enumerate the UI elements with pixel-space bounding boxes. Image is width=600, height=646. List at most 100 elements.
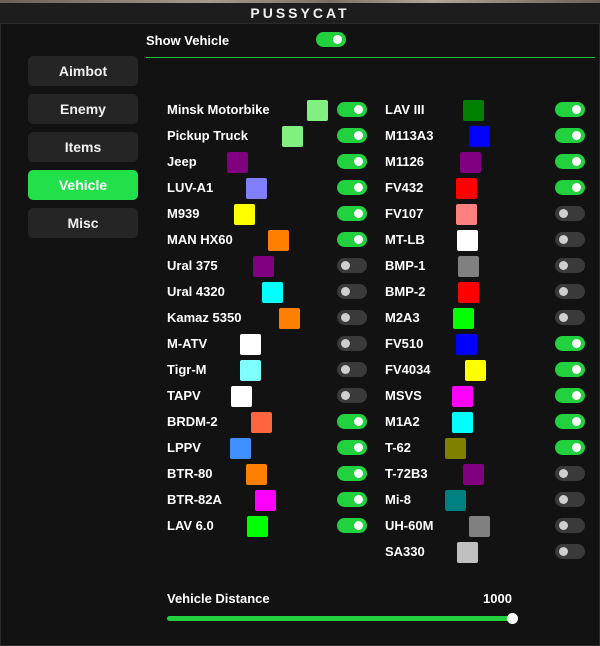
toggle-fv4034[interactable] bbox=[555, 362, 585, 377]
vehicle-label-tigr-m: Tigr-M bbox=[167, 362, 207, 377]
toggle-minsk-motorbike[interactable] bbox=[337, 102, 367, 117]
slider-fill bbox=[167, 616, 513, 621]
vehicle-label-sa330: SA330 bbox=[385, 544, 425, 559]
color-swatch-jeep[interactable] bbox=[227, 152, 248, 173]
color-swatch-pickup-truck[interactable] bbox=[282, 126, 303, 147]
vehicle-label-m113a3: M113A3 bbox=[385, 128, 434, 143]
color-swatch-fv4034[interactable] bbox=[465, 360, 486, 381]
toggle-jeep[interactable] bbox=[337, 154, 367, 169]
toggle-man-hx60[interactable] bbox=[337, 232, 367, 247]
color-swatch-luv-a1[interactable] bbox=[246, 178, 267, 199]
toggle-tigr-m[interactable] bbox=[337, 362, 367, 377]
toggle-bmp-1[interactable] bbox=[555, 258, 585, 273]
toggle-knob bbox=[559, 495, 568, 504]
color-swatch-uh-60m[interactable] bbox=[469, 516, 490, 537]
toggle-knob bbox=[354, 443, 363, 452]
color-swatch-m1a2[interactable] bbox=[452, 412, 473, 433]
vehicle-label-lppv: LPPV bbox=[167, 440, 201, 455]
vehicle-distance-value: 1000 bbox=[483, 591, 512, 606]
sidebar-item-misc[interactable]: Misc bbox=[28, 208, 138, 238]
toggle-btr-82a[interactable] bbox=[337, 492, 367, 507]
toggle-knob bbox=[559, 261, 568, 270]
toggle-lav-iii[interactable] bbox=[555, 102, 585, 117]
slider-thumb[interactable] bbox=[507, 613, 518, 624]
toggle-bmp-2[interactable] bbox=[555, 284, 585, 299]
toggle-knob bbox=[572, 391, 581, 400]
vehicle-label-pickup-truck: Pickup Truck bbox=[167, 128, 248, 143]
toggle-knob bbox=[559, 521, 568, 530]
toggle-m1126[interactable] bbox=[555, 154, 585, 169]
toggle-m939[interactable] bbox=[337, 206, 367, 221]
color-swatch-t-72b3[interactable] bbox=[463, 464, 484, 485]
color-swatch-btr-80[interactable] bbox=[246, 464, 267, 485]
toggle-ural-375[interactable] bbox=[337, 258, 367, 273]
sidebar-item-vehicle[interactable]: Vehicle bbox=[28, 170, 138, 200]
vehicle-label-t-72b3: T-72B3 bbox=[385, 466, 428, 481]
vehicle-label-minsk-motorbike: Minsk Motorbike bbox=[167, 102, 270, 117]
color-swatch-m1126[interactable] bbox=[460, 152, 481, 173]
color-swatch-lav-6-0[interactable] bbox=[247, 516, 268, 537]
color-swatch-man-hx60[interactable] bbox=[268, 230, 289, 251]
vehicle-label-man-hx60: MAN HX60 bbox=[167, 232, 233, 247]
color-swatch-m-atv[interactable] bbox=[240, 334, 261, 355]
color-swatch-bmp-2[interactable] bbox=[458, 282, 479, 303]
color-swatch-btr-82a[interactable] bbox=[255, 490, 276, 511]
color-swatch-kamaz-5350[interactable] bbox=[279, 308, 300, 329]
toggle-sa330[interactable] bbox=[555, 544, 585, 559]
color-swatch-m2a3[interactable] bbox=[453, 308, 474, 329]
color-swatch-t-62[interactable] bbox=[445, 438, 466, 459]
toggle-kamaz-5350[interactable] bbox=[337, 310, 367, 325]
toggle-m-atv[interactable] bbox=[337, 336, 367, 351]
toggle-pickup-truck[interactable] bbox=[337, 128, 367, 143]
toggle-lppv[interactable] bbox=[337, 440, 367, 455]
toggle-m2a3[interactable] bbox=[555, 310, 585, 325]
toggle-knob bbox=[559, 469, 568, 478]
color-swatch-sa330[interactable] bbox=[457, 542, 478, 563]
show-vehicle-toggle[interactable] bbox=[316, 32, 346, 47]
toggle-knob bbox=[354, 495, 363, 504]
vehicle-label-fv4034: FV4034 bbox=[385, 362, 431, 377]
toggle-knob bbox=[354, 469, 363, 478]
color-swatch-ural-375[interactable] bbox=[253, 256, 274, 277]
color-swatch-ural-4320[interactable] bbox=[262, 282, 283, 303]
color-swatch-fv432[interactable] bbox=[456, 178, 477, 199]
toggle-m113a3[interactable] bbox=[555, 128, 585, 143]
toggle-mt-lb[interactable] bbox=[555, 232, 585, 247]
toggle-ural-4320[interactable] bbox=[337, 284, 367, 299]
toggle-t-72b3[interactable] bbox=[555, 466, 585, 481]
color-swatch-m939[interactable] bbox=[234, 204, 255, 225]
color-swatch-minsk-motorbike[interactable] bbox=[307, 100, 328, 121]
toggle-t-62[interactable] bbox=[555, 440, 585, 455]
color-swatch-fv107[interactable] bbox=[456, 204, 477, 225]
toggle-btr-80[interactable] bbox=[337, 466, 367, 481]
toggle-fv107[interactable] bbox=[555, 206, 585, 221]
color-swatch-bmp-1[interactable] bbox=[458, 256, 479, 277]
sidebar-item-aimbot[interactable]: Aimbot bbox=[28, 56, 138, 86]
color-swatch-brdm-2[interactable] bbox=[251, 412, 272, 433]
color-swatch-mi-8[interactable] bbox=[445, 490, 466, 511]
color-swatch-tigr-m[interactable] bbox=[240, 360, 261, 381]
color-swatch-lav-iii[interactable] bbox=[463, 100, 484, 121]
color-swatch-lppv[interactable] bbox=[230, 438, 251, 459]
color-swatch-tapv[interactable] bbox=[231, 386, 252, 407]
vehicle-distance-label: Vehicle Distance bbox=[167, 591, 270, 606]
toggle-fv432[interactable] bbox=[555, 180, 585, 195]
sidebar-item-items[interactable]: Items bbox=[28, 132, 138, 162]
toggle-m1a2[interactable] bbox=[555, 414, 585, 429]
toggle-msvs[interactable] bbox=[555, 388, 585, 403]
vehicle-distance-slider[interactable] bbox=[167, 613, 518, 624]
toggle-tapv[interactable] bbox=[337, 388, 367, 403]
sidebar-item-enemy[interactable]: Enemy bbox=[28, 94, 138, 124]
toggle-knob bbox=[572, 417, 581, 426]
toggle-fv510[interactable] bbox=[555, 336, 585, 351]
color-swatch-mt-lb[interactable] bbox=[457, 230, 478, 251]
toggle-lav-6-0[interactable] bbox=[337, 518, 367, 533]
toggle-uh-60m[interactable] bbox=[555, 518, 585, 533]
toggle-luv-a1[interactable] bbox=[337, 180, 367, 195]
color-swatch-msvs[interactable] bbox=[452, 386, 473, 407]
toggle-brdm-2[interactable] bbox=[337, 414, 367, 429]
toggle-mi-8[interactable] bbox=[555, 492, 585, 507]
color-swatch-m113a3[interactable] bbox=[469, 126, 490, 147]
color-swatch-fv510[interactable] bbox=[456, 334, 477, 355]
toggle-knob bbox=[559, 313, 568, 322]
